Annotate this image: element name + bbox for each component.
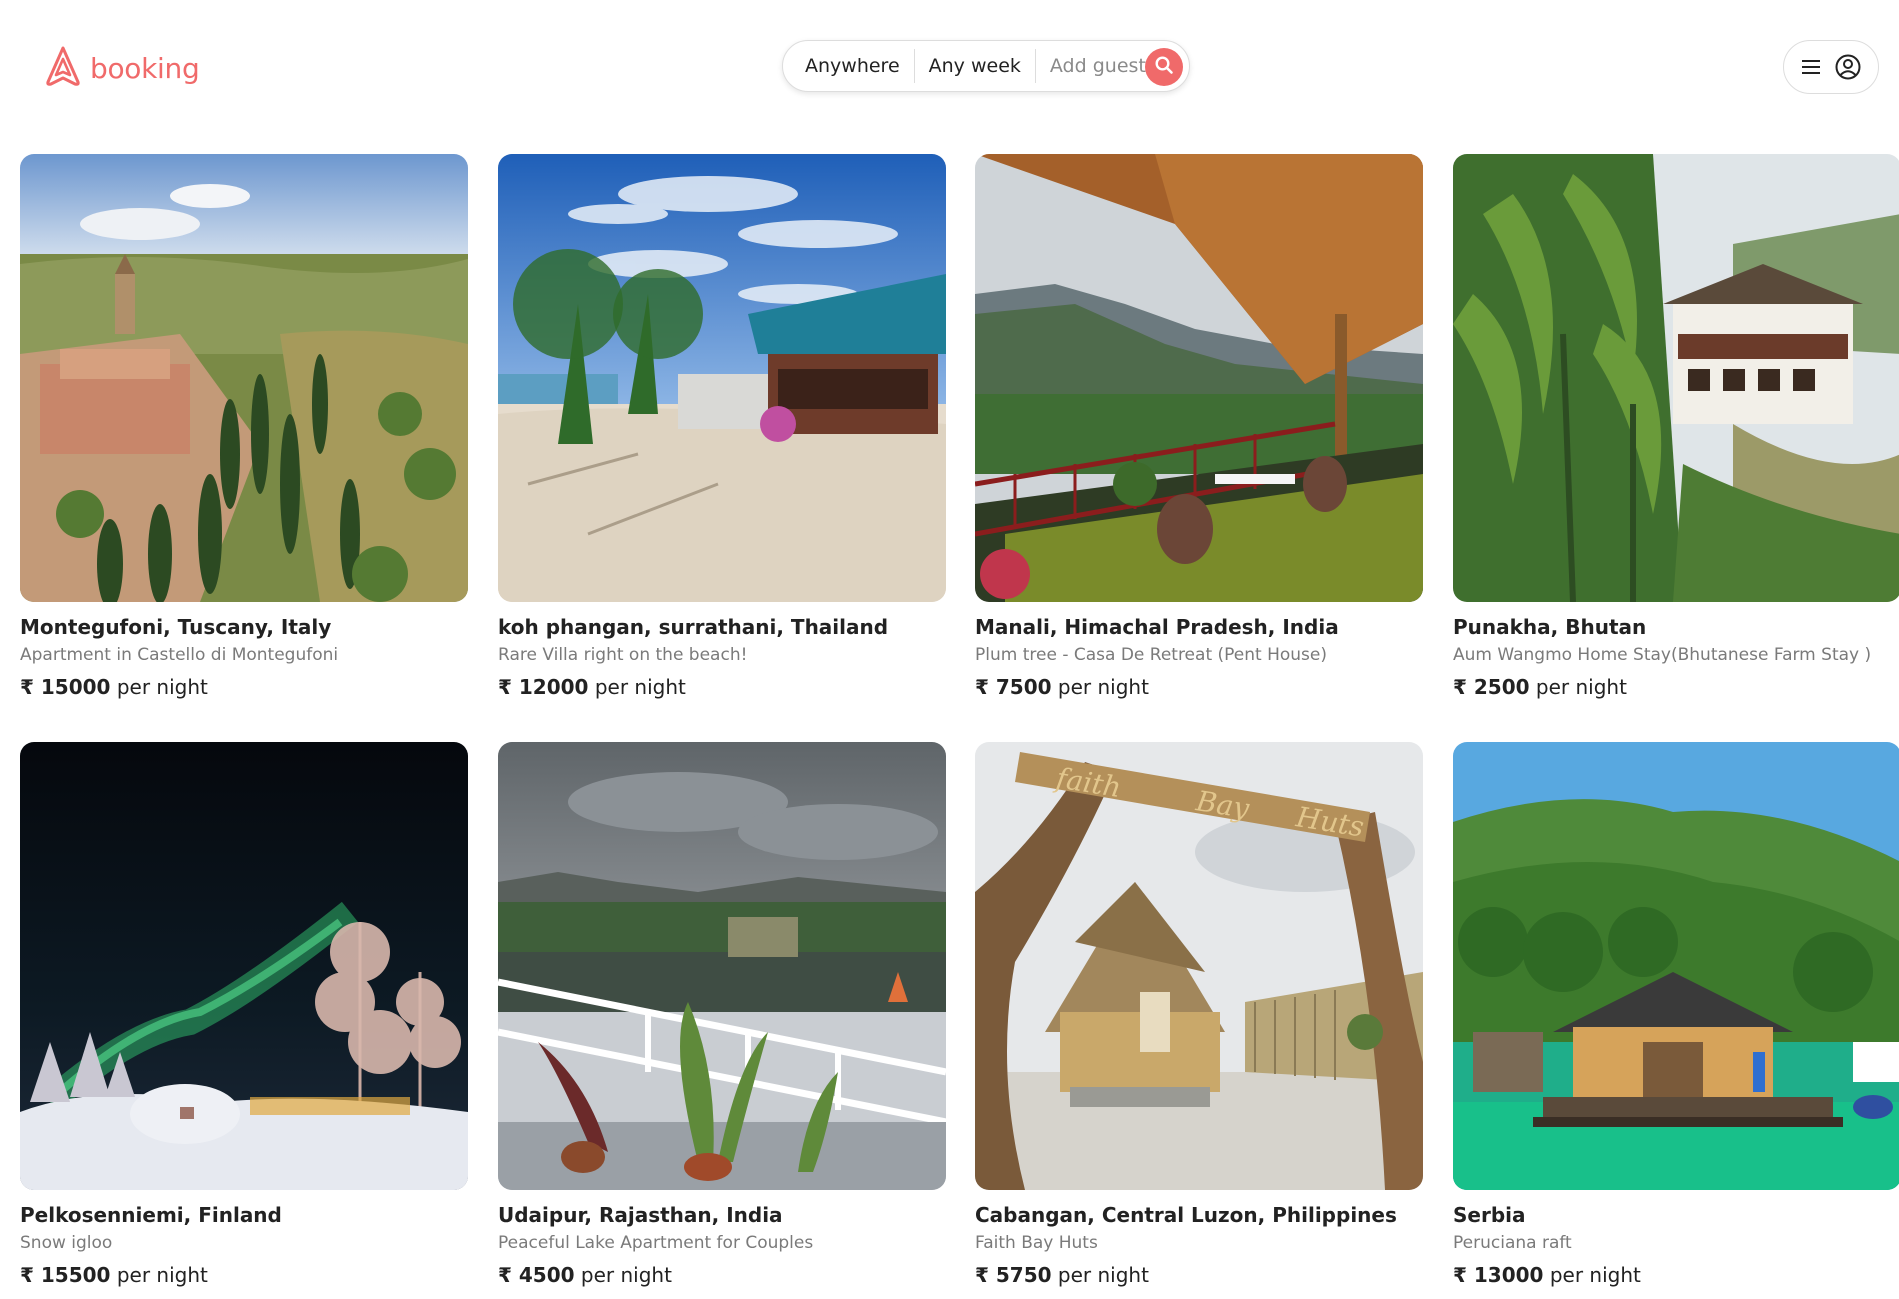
search-bar[interactable]: Anywhere Any week Add guests: [782, 40, 1190, 92]
listing-photo[interactable]: [20, 154, 468, 602]
listing-price: ₹ 2500 per night: [1453, 675, 1899, 699]
listing-card[interactable]: Serbia Peruciana raft ₹ 13000 per night: [1453, 742, 1899, 1287]
listing-subtitle: Peaceful Lake Apartment for Couples: [498, 1233, 814, 1253]
listing-subtitle: Peruciana raft: [1453, 1233, 1572, 1253]
listing-card[interactable]: Punakha, Bhutan Aum Wangmo Home Stay(Bhu…: [1453, 154, 1899, 699]
listing-subtitle: Aum Wangmo Home Stay(Bhutanese Farm Stay…: [1453, 645, 1872, 665]
airbnb-belo-icon: [44, 45, 82, 91]
listing-subtitle: Apartment in Castello di Montegufoni: [20, 645, 339, 665]
listing-photo[interactable]: [1453, 742, 1899, 1190]
listing-subtitle: Rare Villa right on the beach!: [498, 645, 748, 665]
price-amount: ₹ 4500: [498, 1263, 575, 1287]
price-amount: ₹ 7500: [975, 675, 1052, 699]
price-unit: per night: [116, 1263, 208, 1287]
listing-card[interactable]: koh phangan, surrathani, Thailand Rare V…: [498, 154, 946, 699]
search-button[interactable]: [1145, 48, 1183, 86]
listing-card[interactable]: Udaipur, Rajasthan, India Peaceful Lake …: [498, 742, 946, 1287]
listing-title: Cabangan, Central Luzon, Philippines: [975, 1203, 1397, 1227]
listing-photo[interactable]: [498, 154, 946, 602]
price-amount: ₹ 12000: [498, 675, 589, 699]
price-amount: ₹ 15500: [20, 1263, 111, 1287]
listing-photo[interactable]: [498, 742, 946, 1190]
listing-subtitle: Plum tree - Casa De Retreat (Pent House): [975, 645, 1327, 665]
user-menu-button[interactable]: [1783, 40, 1879, 94]
search-icon: [1154, 55, 1174, 79]
listing-photo[interactable]: [975, 154, 1423, 602]
listing-price: ₹ 5750 per night: [975, 1263, 1423, 1287]
price-amount: ₹ 15000: [20, 675, 111, 699]
price-unit: per night: [1549, 1263, 1641, 1287]
price-unit: per night: [580, 1263, 672, 1287]
price-unit: per night: [1057, 1263, 1149, 1287]
listing-card[interactable]: faith Bay Huts Cabangan, Central Luzon, Ph…: [975, 742, 1423, 1287]
listing-title: Pelkosenniemi, Finland: [20, 1203, 282, 1227]
listing-title: Montegufoni, Tuscany, Italy: [20, 615, 332, 639]
listing-title: Serbia: [1453, 1203, 1526, 1227]
listing-price: ₹ 4500 per night: [498, 1263, 946, 1287]
listing-price: ₹ 12000 per night: [498, 675, 946, 699]
listing-title: Punakha, Bhutan: [1453, 615, 1647, 639]
brand-logo[interactable]: booking: [44, 45, 200, 91]
listing-title: Manali, Himachal Pradesh, India: [975, 615, 1339, 639]
listing-card[interactable]: Manali, Himachal Pradesh, India Plum tre…: [975, 154, 1423, 699]
search-location[interactable]: Anywhere: [799, 55, 914, 77]
price-amount: ₹ 2500: [1453, 675, 1530, 699]
listing-card[interactable]: Montegufoni, Tuscany, Italy Apartment in…: [20, 154, 468, 699]
listing-card[interactable]: Pelkosenniemi, Finland Snow igloo ₹ 1550…: [20, 742, 468, 1287]
listing-title: koh phangan, surrathani, Thailand: [498, 615, 889, 639]
price-unit: per night: [1057, 675, 1149, 699]
brand-name: booking: [90, 51, 200, 85]
listing-price: ₹ 15000 per night: [20, 675, 468, 699]
listing-price: ₹ 7500 per night: [975, 675, 1423, 699]
listing-subtitle: Faith Bay Huts: [975, 1233, 1098, 1253]
price-unit: per night: [594, 675, 686, 699]
listing-price: ₹ 15500 per night: [20, 1263, 468, 1287]
listing-price: ₹ 13000 per night: [1453, 1263, 1899, 1287]
listing-photo[interactable]: [20, 742, 468, 1190]
top-header: booking Anywhere Any week Add guests: [0, 0, 1899, 130]
listing-photo[interactable]: [1453, 154, 1899, 602]
listing-photo[interactable]: faith Bay Huts: [975, 742, 1423, 1190]
price-unit: per night: [1535, 675, 1627, 699]
listing-subtitle: Snow igloo: [20, 1233, 113, 1253]
user-circle-icon: [1835, 54, 1861, 80]
search-week[interactable]: Any week: [915, 55, 1035, 77]
price-amount: ₹ 13000: [1453, 1263, 1544, 1287]
hamburger-icon: [1801, 59, 1821, 75]
price-amount: ₹ 5750: [975, 1263, 1052, 1287]
listing-title: Udaipur, Rajasthan, India: [498, 1203, 783, 1227]
price-unit: per night: [116, 675, 208, 699]
